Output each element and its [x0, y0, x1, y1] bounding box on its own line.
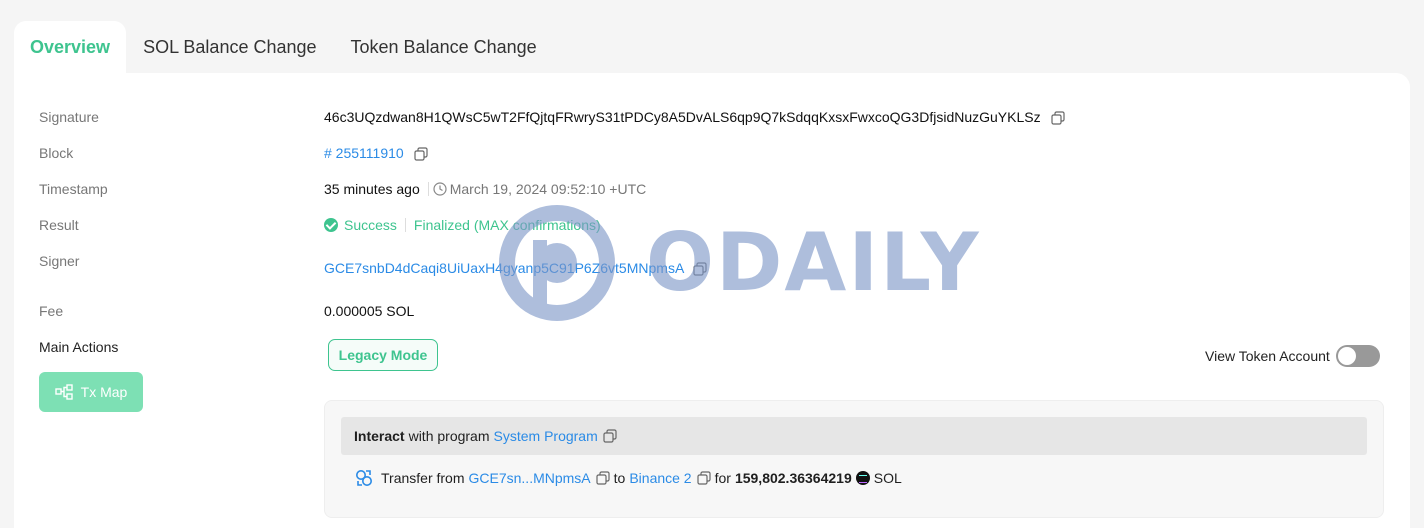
from-account-link[interactable]: GCE7sn...MNpmsA: [469, 470, 591, 486]
block-link[interactable]: # 255111910: [324, 145, 404, 161]
copy-program-icon[interactable]: [603, 429, 617, 443]
transfer-from-text: Transfer from: [381, 470, 465, 486]
legacy-mode-button[interactable]: Legacy Mode: [328, 339, 438, 371]
tx-map-icon: [54, 384, 73, 400]
program-link[interactable]: System Program: [494, 428, 598, 444]
copy-block-icon[interactable]: [414, 147, 428, 161]
copy-to-account-icon[interactable]: [697, 471, 711, 485]
for-text: for: [714, 470, 731, 486]
to-text: to: [613, 470, 626, 486]
transfer-icon: [355, 469, 373, 487]
view-token-account-label: View Token Account: [1205, 348, 1330, 364]
fee-value: 0.000005 SOL: [324, 303, 415, 319]
copy-from-account-icon[interactable]: [596, 471, 610, 485]
fee-label: Fee: [39, 303, 64, 319]
tab-token-balance-change[interactable]: Token Balance Change: [334, 21, 554, 73]
with-program-text: with program: [408, 428, 490, 444]
copy-signer-icon[interactable]: [693, 262, 707, 276]
result-row: Success Finalized (MAX confirmations): [324, 217, 601, 233]
signer-link[interactable]: GCE7snbD4dCaqi8UiUaxH4gyanp5C91P6Z6vt5MN…: [324, 260, 684, 276]
tx-map-label: Tx Map: [80, 384, 128, 400]
signature-label: Signature: [39, 109, 99, 125]
tab-bar: Overview SOL Balance Change Token Balanc…: [14, 21, 554, 73]
transfer-amount: 159,802.36364219: [734, 470, 852, 486]
timestamp-row: 35 minutes ago March 19, 2024 09:52:10 +…: [324, 181, 646, 197]
signer-label: Signer: [39, 253, 80, 269]
tab-overview[interactable]: Overview: [14, 21, 127, 73]
overview-panel: Signature 46c3UQzdwan8H1QWsC5wT2FfQjtqFR…: [14, 73, 1410, 528]
result-finality: Finalized (MAX confirmations): [413, 217, 601, 233]
clock-icon: [433, 182, 447, 196]
token-symbol: SOL: [873, 470, 902, 486]
success-check-icon: [324, 218, 338, 232]
signature-row: 46c3UQzdwan8H1QWsC5wT2FfQjtqFRwryS31tPDC…: [324, 109, 1065, 125]
view-token-account-toggle[interactable]: [1335, 345, 1380, 367]
to-account-link[interactable]: Binance 2: [629, 470, 691, 486]
copy-signature-icon[interactable]: [1051, 111, 1065, 125]
result-status: Success: [344, 217, 397, 233]
view-token-account: View Token Account: [1205, 345, 1380, 367]
action-card: Interact with program System Program Tra…: [324, 400, 1384, 518]
tab-sol-balance-change[interactable]: SOL Balance Change: [126, 21, 333, 73]
divider: [427, 182, 429, 196]
signature-value: 46c3UQzdwan8H1QWsC5wT2FfQjtqFRwryS31tPDC…: [324, 109, 1041, 125]
main-actions-label: Main Actions: [39, 339, 119, 355]
result-label: Result: [39, 217, 79, 233]
signer-row: GCE7snbD4dCaqi8UiUaxH4gyanp5C91P6Z6vt5MN…: [324, 260, 707, 276]
interact-header: Interact with program System Program: [341, 417, 1367, 455]
timestamp-label: Timestamp: [39, 181, 108, 197]
interact-word: Interact: [354, 428, 405, 444]
tx-map-button[interactable]: Tx Map: [39, 372, 143, 412]
block-row: # 255111910: [324, 145, 428, 161]
sol-token-icon: [855, 471, 870, 485]
timestamp-absolute: March 19, 2024 09:52:10 +UTC: [449, 181, 647, 197]
block-label: Block: [39, 145, 74, 161]
divider: [404, 218, 406, 232]
timestamp-relative: 35 minutes ago: [324, 181, 420, 197]
transfer-row: Transfer from GCE7sn...MNpmsA to Binance…: [355, 469, 902, 487]
